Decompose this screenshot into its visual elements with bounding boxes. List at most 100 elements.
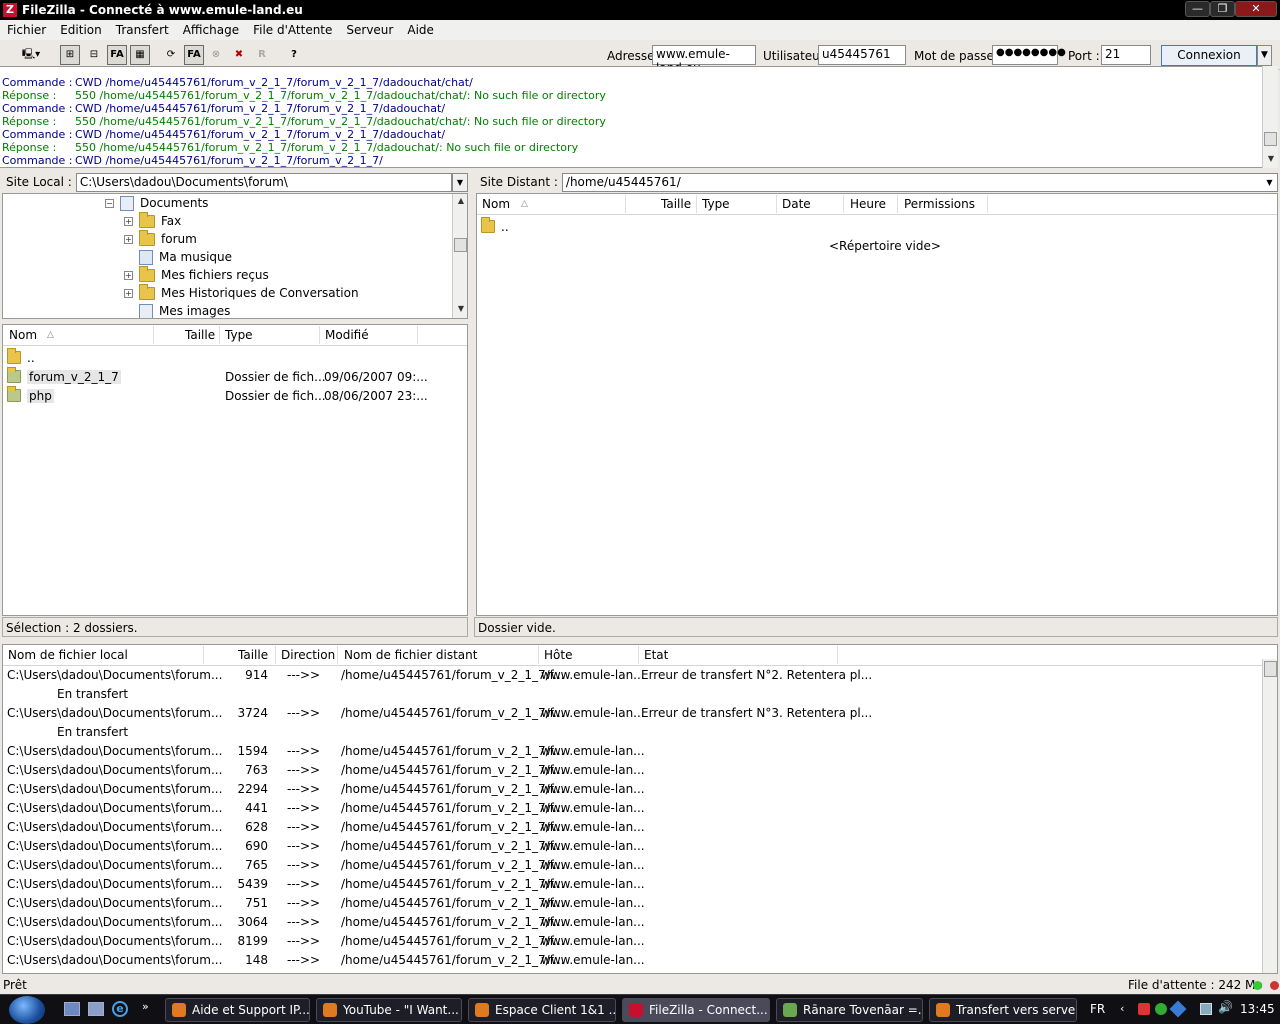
log-scrollbar[interactable]: ▼ xyxy=(1262,66,1278,168)
menu-serveur[interactable]: Serveur xyxy=(339,23,400,37)
help-icon[interactable]: ? xyxy=(284,45,304,65)
expand-icon[interactable]: + xyxy=(124,270,133,280)
minimize-button[interactable]: — xyxy=(1185,1,1210,17)
file-row-parent[interactable]: .. xyxy=(481,217,509,236)
disconnect-icon[interactable]: ✖ xyxy=(229,45,249,65)
tree-item-documents[interactable]: − Documents xyxy=(105,194,208,212)
toggle-local-tree-icon[interactable]: ⊟ xyxy=(84,45,104,65)
refresh-icon[interactable]: ⟳ xyxy=(161,45,181,65)
col-nom[interactable]: Nom xyxy=(482,197,510,211)
col-type[interactable]: Type xyxy=(225,328,253,342)
col-taille[interactable]: Taille xyxy=(185,328,215,342)
local-path-dropdown-icon[interactable]: ▼ xyxy=(452,172,468,192)
col-direction[interactable]: Direction xyxy=(281,648,335,662)
tree-item-mes-historiques[interactable]: + Mes Historiques de Conversation xyxy=(124,283,359,302)
col-permissions[interactable]: Permissions xyxy=(904,197,975,211)
clock[interactable]: 13:45 xyxy=(1240,1002,1275,1016)
taskbar-button[interactable]: Transfert vers serve... xyxy=(929,998,1077,1022)
queue-row[interactable]: C:\Users\dadou\Documents\forum... 441 --->… xyxy=(3,799,1265,818)
tree-item-ma-musique[interactable]: Ma musique xyxy=(139,248,232,266)
taskbar-button[interactable]: YouTube - "I Want... xyxy=(316,998,462,1022)
col-date[interactable]: Date xyxy=(782,197,811,211)
col-state[interactable]: Etat xyxy=(644,648,668,662)
queue-row[interactable]: C:\Users\dadou\Documents\forum... 3724 ---… xyxy=(3,704,1265,723)
quickconnect-dropdown-icon[interactable]: ▼ xyxy=(1257,45,1272,66)
queue-row[interactable]: C:\Users\dadou\Documents\forum... 8199 ---… xyxy=(3,932,1265,951)
internet-explorer-icon[interactable]: e xyxy=(112,1001,128,1017)
file-row[interactable]: forum_v_2_1_7 Dossier de fich... 09/06/2… xyxy=(7,367,467,386)
col-type[interactable]: Type xyxy=(702,197,730,211)
process-queue-icon[interactable]: FA xyxy=(184,45,204,65)
tree-item-mes-fichiers-recus[interactable]: + Mes fichiers reçus xyxy=(124,265,269,284)
tree-item-forum[interactable]: + forum xyxy=(124,229,197,248)
security-tray-icon[interactable] xyxy=(1169,1000,1187,1018)
col-local-file[interactable]: Nom de fichier local xyxy=(8,648,128,662)
site-manager-icon[interactable]: 🖳▾ xyxy=(14,45,48,65)
toggle-log-icon[interactable]: ⊞ xyxy=(60,45,80,65)
toggle-remote-tree-icon[interactable]: FA xyxy=(107,45,127,65)
queue-row[interactable]: C:\Users\dadou\Documents\forum... 148 --->… xyxy=(3,951,1265,970)
taskbar-button[interactable]: Aide et Support IP... xyxy=(165,998,310,1022)
port-input[interactable]: 21 xyxy=(1101,45,1151,65)
maximize-button[interactable]: ❐ xyxy=(1210,1,1235,17)
volume-tray-icon[interactable]: 🔊 xyxy=(1218,1000,1233,1014)
expand-icon[interactable]: + xyxy=(124,216,133,226)
switch-windows-icon[interactable] xyxy=(88,1002,104,1016)
col-taille[interactable]: Taille xyxy=(661,197,691,211)
tree-item-fax[interactable]: + Fax xyxy=(124,211,181,230)
queue-row[interactable]: C:\Users\dadou\Documents\forum... 628 --->… xyxy=(3,818,1265,837)
queue-row[interactable]: C:\Users\dadou\Documents\forum... 914 --->… xyxy=(3,666,1265,685)
tree-item-mes-images[interactable]: Mes images xyxy=(139,302,230,318)
host-input[interactable]: www.emule-land.eu xyxy=(652,45,756,75)
queue-row[interactable]: C:\Users\dadou\Documents\forum... 751 --->… xyxy=(3,894,1265,913)
java-tray-icon[interactable] xyxy=(1138,1003,1150,1015)
expand-icon[interactable]: + xyxy=(124,234,133,244)
user-input[interactable]: u45445761 xyxy=(818,45,906,65)
cancel-icon[interactable]: ⊗ xyxy=(206,45,226,65)
queue-row[interactable]: C:\Users\dadou\Documents\forum... 765 --->… xyxy=(3,856,1265,875)
menu-fichier[interactable]: Fichier xyxy=(0,23,53,37)
reconnect-icon[interactable]: R xyxy=(252,45,272,65)
queue-row[interactable]: C:\Users\dadou\Documents\forum... 690 --->… xyxy=(3,837,1265,856)
menu-affichage[interactable]: Affichage xyxy=(176,23,246,37)
messenger-tray-icon[interactable] xyxy=(1155,1003,1167,1015)
queue-row[interactable]: C:\Users\dadou\Documents\forum... 763 --->… xyxy=(3,761,1265,780)
more-icons-chevron-icon[interactable]: » xyxy=(142,1000,149,1013)
col-remote-file[interactable]: Nom de fichier distant xyxy=(344,648,477,662)
start-button[interactable] xyxy=(9,996,45,1024)
local-tree-scrollbar[interactable]: ▲ ▼ xyxy=(452,194,467,318)
file-row[interactable]: php Dossier de fich... 08/06/2007 23:... xyxy=(7,386,467,405)
collapse-icon[interactable]: − xyxy=(105,198,114,208)
tray-expand-icon[interactable]: ‹ xyxy=(1120,1002,1124,1015)
menu-edition[interactable]: Edition xyxy=(53,23,109,37)
filezilla-app-icon[interactable]: Z xyxy=(3,3,17,17)
col-size[interactable]: Taille xyxy=(238,648,268,662)
col-modifie[interactable]: Modifié xyxy=(325,328,369,342)
remote-path-input[interactable]: /home/u45445761/ xyxy=(561,172,1262,192)
password-input[interactable]: ●●●●●●●● xyxy=(992,45,1066,65)
col-host[interactable]: Hôte xyxy=(544,648,572,662)
queue-row[interactable]: C:\Users\dadou\Documents\forum... 3064 ---… xyxy=(3,913,1265,932)
col-nom[interactable]: Nom xyxy=(9,328,37,342)
network-tray-icon[interactable] xyxy=(1200,1003,1212,1015)
queue-row[interactable]: C:\Users\dadou\Documents\forum... 1594 ---… xyxy=(3,742,1265,761)
menu-transfert[interactable]: Transfert xyxy=(109,23,176,37)
menu-file-attente[interactable]: File d'Attente xyxy=(246,23,339,37)
close-button[interactable]: ✕ xyxy=(1235,1,1277,17)
queue-row[interactable]: C:\Users\dadou\Documents\forum... 2294 ---… xyxy=(3,780,1265,799)
expand-icon[interactable]: + xyxy=(124,288,133,298)
quickconnect-button[interactable]: Connexion Rapide xyxy=(1161,45,1257,81)
show-desktop-icon[interactable] xyxy=(64,1002,80,1016)
taskbar-button[interactable]: Espace Client 1&1 ... xyxy=(468,998,616,1022)
menu-aide[interactable]: Aide xyxy=(400,23,441,37)
col-heure[interactable]: Heure xyxy=(850,197,886,211)
file-row-parent[interactable]: .. xyxy=(7,348,35,367)
toggle-queue-icon[interactable]: ▦ xyxy=(130,45,150,65)
queue-scrollbar[interactable] xyxy=(1262,659,1277,973)
language-indicator[interactable]: FR xyxy=(1090,1002,1105,1016)
remote-path-dropdown-icon[interactable]: ▼ xyxy=(1262,172,1278,192)
queue-row[interactable]: C:\Users\dadou\Documents\forum... 5439 ---… xyxy=(3,875,1265,894)
taskbar-button[interactable]: FileZilla - Connect... xyxy=(622,998,770,1022)
taskbar-button[interactable]: Rānare Tovenāar =... xyxy=(776,998,923,1022)
local-path-input[interactable]: C:\Users\dadou\Documents\forum\ xyxy=(75,172,452,192)
